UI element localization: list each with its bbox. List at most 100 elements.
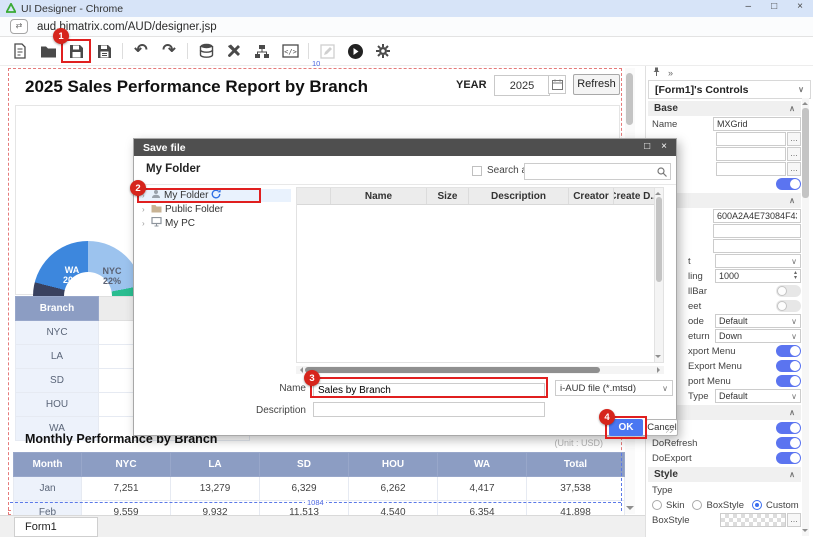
file-list-column-create-d-[interactable]: Create D...: [614, 188, 655, 204]
scroll-up-icon[interactable]: [655, 189, 661, 195]
column-header-month: Month: [14, 453, 82, 477]
database-icon[interactable]: [192, 39, 220, 63]
panel-input-field-4[interactable]: [713, 224, 801, 238]
chevron-right-icon[interactable]: ›: [142, 219, 148, 228]
dialog-titlebar[interactable]: Save file: [134, 139, 676, 156]
calendar-icon[interactable]: [548, 75, 566, 94]
tab-switch-icon[interactable]: ⇄: [10, 19, 28, 34]
save-as-icon[interactable]: [90, 39, 118, 63]
panel-select-return-select[interactable]: Down∨: [715, 329, 801, 343]
year-input[interactable]: [494, 75, 550, 96]
branch-cell: LA: [16, 345, 99, 369]
scroll-up-icon[interactable]: [802, 99, 808, 105]
chevron-up-icon: ∧: [789, 104, 795, 113]
controls-dropdown[interactable]: [Form1]'s Controls ∨: [648, 80, 811, 99]
ellipsis-button[interactable]: …: [787, 132, 801, 146]
panel-select-mode-select[interactable]: Default∨: [715, 314, 801, 328]
file-list-column-select[interactable]: [297, 188, 331, 204]
panel-toggle-scrollbar-toggle[interactable]: [776, 285, 801, 297]
file-list-horizontal-scrollbar[interactable]: [296, 366, 664, 374]
panel-select-export-type-select[interactable]: Default∨: [715, 389, 801, 403]
chevron-right-icon[interactable]: ›: [142, 205, 148, 214]
file-list-column-description[interactable]: Description: [469, 188, 569, 204]
panel-spinner-spinner-1[interactable]: 1000▴▾: [715, 269, 801, 283]
panel-input-field-2[interactable]: [716, 147, 786, 161]
run-icon[interactable]: [341, 39, 369, 63]
panel-input-id-field[interactable]: [713, 209, 801, 223]
search-all-checkbox[interactable]: [472, 166, 482, 176]
table-row[interactable]: Jan7,25113,2796,3296,2624,41737,538: [14, 477, 625, 501]
file-list-scrollbar[interactable]: [654, 188, 663, 362]
scroll-down-icon[interactable]: [655, 355, 661, 361]
panel-swatch-boxstyle-field[interactable]: [720, 513, 786, 527]
cell: Jan: [14, 477, 82, 501]
close-icon[interactable]: ×: [797, 1, 803, 12]
panel-select-select-1[interactable]: ∨: [715, 254, 801, 268]
resize-handle[interactable]: [666, 425, 674, 433]
panel-toggle-sheet-toggle[interactable]: [776, 300, 801, 312]
description-input[interactable]: [313, 402, 545, 417]
panel-toggle-export-menu-toggle-2[interactable]: [776, 360, 801, 372]
code-view-icon[interactable]: </>: [276, 39, 304, 63]
ellipsis-button[interactable]: …: [787, 147, 801, 161]
tree-item-my-folder[interactable]: ›My Folder2: [139, 189, 291, 202]
panel-toggle-toggle-2[interactable]: [776, 422, 801, 434]
tree-item-public-folder[interactable]: ›Public Folder: [139, 203, 291, 216]
panel-toggle-dorefresh-toggle[interactable]: [776, 437, 801, 449]
file-list-column-name[interactable]: Name: [331, 188, 427, 204]
panel-section-style-section[interactable]: Style∧: [648, 467, 801, 482]
panel-input-field-5[interactable]: [713, 239, 801, 253]
panel-section-base-section[interactable]: Base∧: [648, 101, 801, 116]
tab-form1[interactable]: Form1: [14, 517, 98, 537]
ellipsis-button[interactable]: …: [787, 162, 801, 176]
dialog-maximize-icon[interactable]: □: [644, 141, 650, 152]
panel-scrollbar-thumb[interactable]: [802, 108, 809, 198]
scroll-down-icon[interactable]: [626, 506, 634, 514]
ellipsis-button[interactable]: …: [787, 513, 801, 527]
panel-input-name-field[interactable]: [713, 117, 801, 131]
ruler-marker-width: 1084: [305, 498, 326, 507]
scroll-down-icon[interactable]: [802, 529, 808, 535]
tools-icon[interactable]: [220, 39, 248, 63]
redo-icon[interactable]: ↷: [155, 39, 183, 63]
scroll-right-icon[interactable]: [657, 367, 663, 373]
search-input[interactable]: [524, 163, 671, 180]
tree-item-my-pc[interactable]: ›My PC: [139, 217, 291, 230]
new-document-icon[interactable]: [6, 39, 34, 63]
save-icon[interactable]: 1: [62, 39, 90, 63]
collapse-panel-icon[interactable]: »: [668, 68, 673, 78]
panel-input-field-1[interactable]: [716, 132, 786, 146]
file-list-scrollbar-thumb[interactable]: [656, 197, 662, 282]
panel-toggle-toggle-1[interactable]: [776, 178, 801, 190]
chevron-up-icon: ∧: [789, 470, 795, 479]
file-name-input[interactable]: [313, 383, 545, 398]
search-icon[interactable]: [657, 164, 667, 182]
pin-icon[interactable]: [652, 67, 661, 79]
ok-button[interactable]: OK 4: [609, 419, 643, 436]
horizontal-scrollbar-thumb[interactable]: [305, 367, 600, 373]
file-list-column-creator[interactable]: Creator: [569, 188, 614, 204]
cell: 4,417: [438, 477, 527, 501]
hierarchy-icon[interactable]: [248, 39, 276, 63]
radio-boxstyle[interactable]: [692, 500, 702, 510]
undo-icon[interactable]: ↶: [127, 39, 155, 63]
canvas-scrollbar-thumb[interactable]: [626, 73, 633, 125]
minimize-icon[interactable]: –: [746, 1, 752, 12]
panel-toggle-export-menu-toggle-1[interactable]: [776, 345, 801, 357]
panel-toggle-export-menu-toggle-3[interactable]: [776, 375, 801, 387]
panel-scrollbar[interactable]: [802, 98, 809, 536]
file-type-select[interactable]: i-AUD file (*.mtsd) ∨: [555, 380, 673, 396]
refresh-icon[interactable]: [211, 189, 221, 202]
panel-input-field-3[interactable]: [716, 162, 786, 176]
scroll-left-icon[interactable]: [297, 367, 303, 373]
radio-custom[interactable]: [752, 500, 762, 510]
refresh-button[interactable]: Refresh: [573, 74, 620, 95]
maximize-icon[interactable]: □: [771, 1, 777, 12]
file-list-column-size[interactable]: Size: [427, 188, 469, 204]
dialog-close-icon[interactable]: ×: [661, 141, 667, 152]
radio-skin[interactable]: [652, 500, 662, 510]
spinner-arrows-icon[interactable]: ▴▾: [794, 271, 797, 281]
panel-toggle-doexport-toggle[interactable]: [776, 452, 801, 464]
window-title: UI Designer - Chrome: [21, 3, 123, 15]
settings-icon[interactable]: [369, 39, 397, 63]
